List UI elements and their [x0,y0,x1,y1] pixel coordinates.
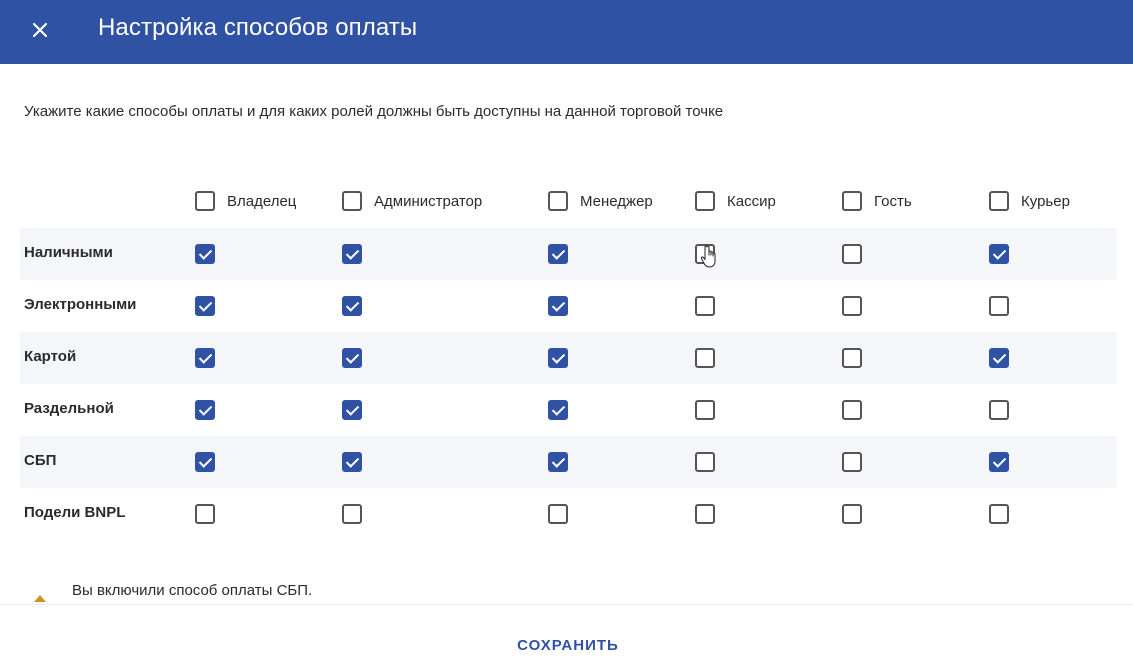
method-role-checkbox[interactable] [989,452,1009,472]
role-header-5[interactable]: Курьер [989,189,1070,213]
role-label: Кассир [727,192,776,210]
method-role-checkbox[interactable] [842,348,862,368]
method-role-checkbox[interactable] [842,452,862,472]
footer-divider [0,604,1133,605]
method-role-checkbox[interactable] [989,296,1009,316]
method-role-checkbox[interactable] [342,504,362,524]
method-role-checkbox[interactable] [695,452,715,472]
method-role-checkbox[interactable] [548,348,568,368]
method-role-checkbox[interactable] [342,244,362,264]
method-label: Подели BNPL [24,504,126,521]
role-header-2[interactable]: Менеджер [548,189,653,213]
method-label: СБП [24,452,57,469]
table-row: Подели BNPL [20,488,1117,540]
dialog-title: Настройка способов оплаты [98,14,418,41]
method-role-checkbox[interactable] [548,452,568,472]
method-role-checkbox[interactable] [195,400,215,420]
role-label: Курьер [1021,192,1070,210]
method-label: Картой [24,348,77,365]
method-role-checkbox[interactable] [548,400,568,420]
table-row: Электронными [20,280,1117,332]
method-role-checkbox[interactable] [842,400,862,420]
role-checkbox[interactable] [548,191,568,211]
method-role-checkbox[interactable] [342,400,362,420]
role-label: Гость [874,192,912,210]
close-button[interactable] [26,16,54,44]
role-checkbox[interactable] [342,191,362,211]
table-row: СБП [20,436,1117,488]
role-checkbox[interactable] [195,191,215,211]
role-label: Менеджер [580,192,653,210]
dialog-subtitle: Укажите какие способы оплаты и для каких… [24,103,724,120]
role-header-1[interactable]: Администратор [342,189,482,213]
method-label: Электронными [24,296,137,313]
table-row: Наличными [20,228,1117,280]
method-label: Раздельной [24,400,114,417]
method-role-checkbox[interactable] [989,348,1009,368]
method-role-checkbox[interactable] [989,400,1009,420]
method-role-checkbox[interactable] [695,244,715,264]
method-role-checkbox[interactable] [989,244,1009,264]
role-checkbox[interactable] [989,191,1009,211]
method-role-checkbox[interactable] [548,244,568,264]
method-role-checkbox[interactable] [695,504,715,524]
dialog-header: Настройка способов оплаты [0,0,1133,64]
table-row: Картой [20,332,1117,384]
method-role-checkbox[interactable] [842,504,862,524]
method-role-checkbox[interactable] [695,400,715,420]
method-label: Наличными [24,244,113,261]
role-header-0[interactable]: Владелец [195,189,296,213]
method-role-checkbox[interactable] [548,504,568,524]
method-role-checkbox[interactable] [842,296,862,316]
role-label: Владелец [227,192,297,210]
method-role-checkbox[interactable] [342,348,362,368]
method-role-checkbox[interactable] [695,348,715,368]
save-button[interactable]: СОХРАНИТЬ [496,628,640,662]
method-role-checkbox[interactable] [989,504,1009,524]
role-header-4[interactable]: Гость [842,189,912,213]
method-role-checkbox[interactable] [342,296,362,316]
role-header-3[interactable]: Кассир [695,189,776,213]
close-icon [32,22,48,38]
method-role-checkbox[interactable] [548,296,568,316]
role-checkbox[interactable] [842,191,862,211]
table-row: Раздельной [20,384,1117,436]
method-role-checkbox[interactable] [195,348,215,368]
role-label: Администратор [374,192,483,210]
method-role-checkbox[interactable] [695,296,715,316]
role-checkbox[interactable] [695,191,715,211]
method-role-checkbox[interactable] [342,452,362,472]
method-role-checkbox[interactable] [842,244,862,264]
method-role-checkbox[interactable] [195,452,215,472]
method-role-checkbox[interactable] [195,296,215,316]
method-role-checkbox[interactable] [195,504,215,524]
chevron-up-icon [34,595,46,602]
notice-text: Вы включили способ оплаты СБП. [72,582,313,599]
method-role-checkbox[interactable] [195,244,215,264]
